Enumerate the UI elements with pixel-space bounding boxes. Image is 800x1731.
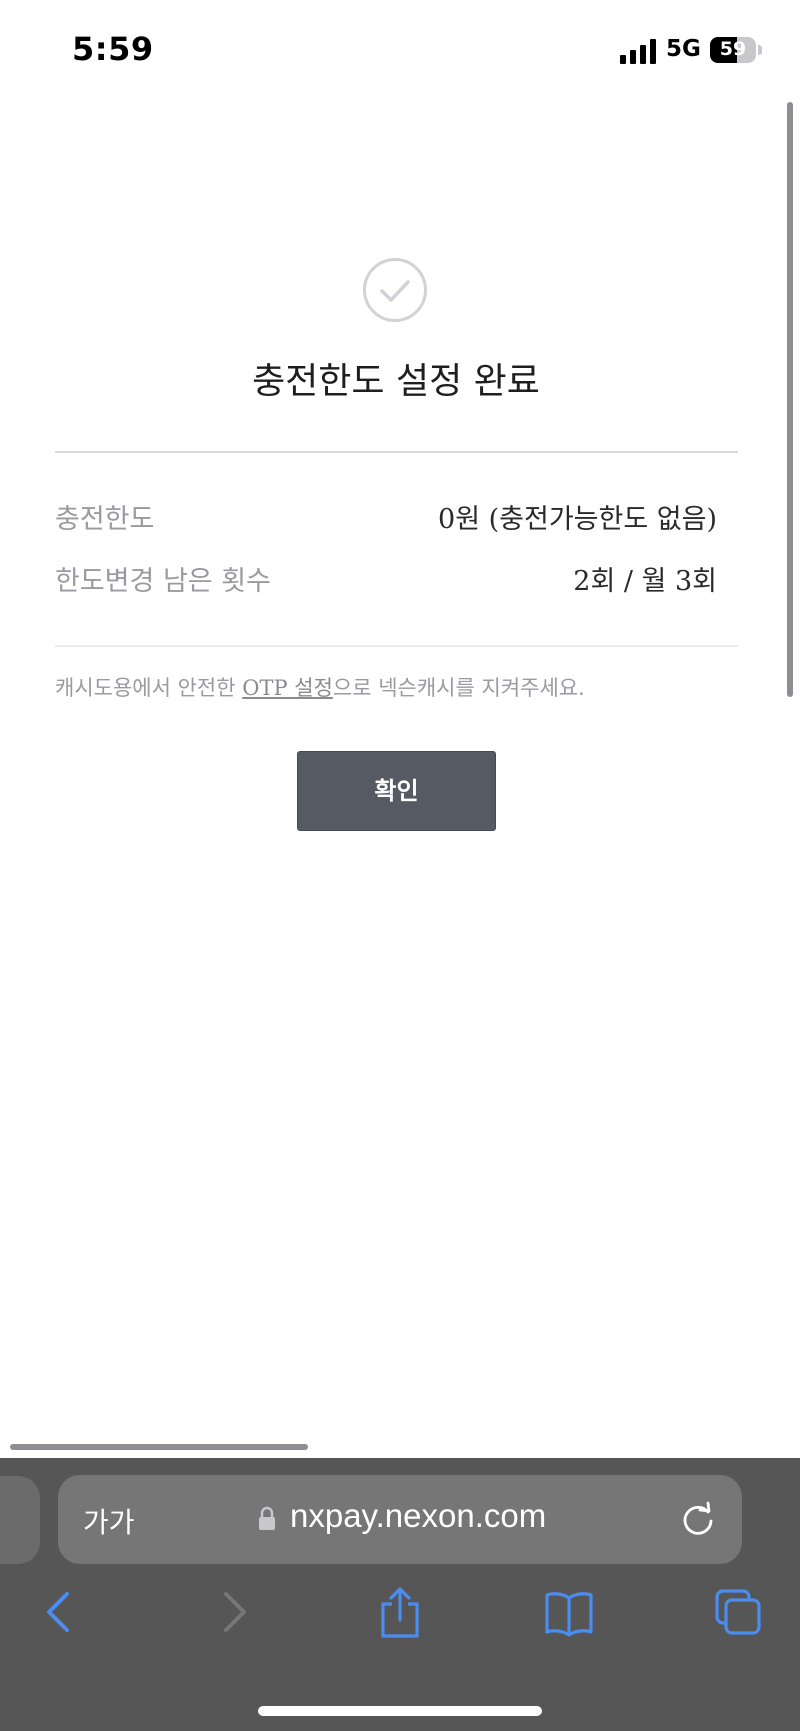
browser-toolbar: 가가 nxpay.nexon.com [0, 1458, 800, 1731]
confirm-button[interactable]: 확인 [297, 751, 496, 831]
divider [55, 451, 738, 453]
limit-value: 0원 (충전가능한도 없음) [438, 504, 717, 535]
divider [55, 645, 738, 647]
share-icon[interactable] [375, 1586, 425, 1638]
check-icon [363, 258, 427, 322]
status-time: 5:59 [72, 30, 154, 68]
battery-tip [758, 45, 762, 55]
signal-icon [620, 38, 656, 64]
bookmarks-icon[interactable] [544, 1586, 594, 1638]
back-icon[interactable] [35, 1586, 85, 1638]
battery-icon: 59 [710, 37, 756, 63]
reload-icon[interactable] [678, 1499, 718, 1539]
status-bar: 5:59 5G 59 [0, 0, 800, 100]
text-size-button[interactable]: 가가 [83, 1501, 135, 1541]
otp-settings-link[interactable]: OTP 설정 [242, 676, 333, 700]
lock-icon [259, 1506, 275, 1530]
url-domain[interactable]: nxpay.nexon.com [290, 1497, 546, 1535]
remaining-changes-label: 한도변경 남은 횟수 [55, 566, 271, 597]
otp-notice: 캐시도용에서 안전한 OTP 설정으로 넥슨캐시를 지켜주세요. [55, 672, 585, 702]
notice-suffix: 으로 넥슨캐시를 지켜주세요. [332, 676, 585, 700]
previous-tab-peek[interactable] [0, 1476, 40, 1564]
battery-percent: 59 [719, 38, 747, 60]
horizontal-scroll-indicator [10, 1444, 308, 1450]
home-indicator [258, 1706, 542, 1716]
tabs-icon[interactable] [713, 1586, 763, 1638]
remaining-changes-value: 2회 / 월 3회 [573, 566, 717, 597]
notice-prefix: 캐시도용에서 안전한 [55, 676, 243, 700]
address-bar[interactable]: 가가 nxpay.nexon.com [58, 1475, 742, 1564]
limit-label: 충전한도 [55, 504, 155, 535]
forward-icon[interactable] [208, 1586, 258, 1638]
page-title: 충전한도 설정 완료 [252, 361, 540, 402]
network-type: 5G [666, 36, 701, 62]
